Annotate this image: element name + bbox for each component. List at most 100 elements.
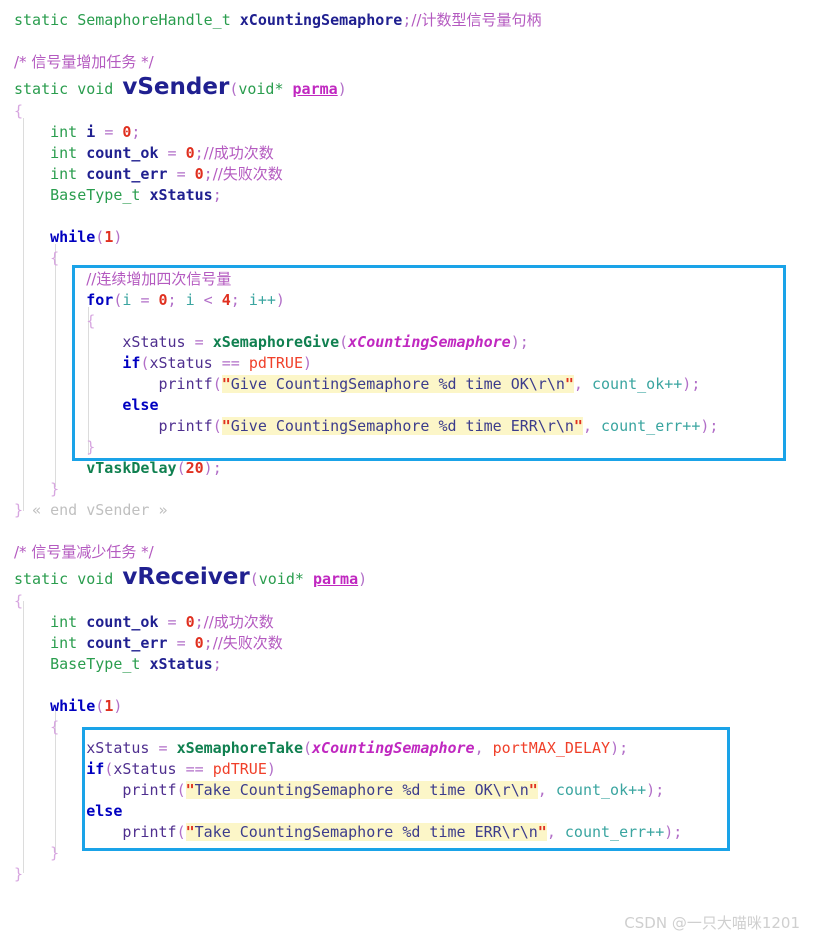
number-zero: 0 <box>158 291 168 309</box>
semicolon: ; <box>691 375 701 393</box>
code-line-35: xStatus = xSemaphoreTake(xCountingSemaph… <box>0 738 818 759</box>
comment-sender-task: /* 信号量增加任务 */ <box>14 53 154 71</box>
paren-close: ) <box>113 697 123 715</box>
comment-handle: //计数型信号量句柄 <box>411 11 542 29</box>
paren-close: ) <box>275 291 285 309</box>
code-editor-surface: static SemaphoreHandle_t xCountingSemaph… <box>0 0 818 885</box>
expr-i-increment: i++ <box>248 291 276 309</box>
paren-open: ( <box>104 760 114 778</box>
keyword-if: if <box>122 354 141 372</box>
semicolon: ; <box>655 781 665 799</box>
keyword-static: static <box>14 570 69 588</box>
code-line-30: int count_err = 0;//失败次数 <box>0 633 818 654</box>
param-name-parma: parma <box>312 570 359 588</box>
function-printf: printf <box>158 375 213 393</box>
paren-open: ( <box>95 228 105 246</box>
keyword-if: if <box>86 760 105 778</box>
type-int: int <box>50 123 78 141</box>
var-xstatus: xStatus <box>86 739 150 757</box>
end-marker-vsender: « end vSender » <box>32 501 168 519</box>
brace-open: { <box>14 592 24 610</box>
semicolon: ; <box>230 291 240 309</box>
code-line-27: static void vReceiver(void* parma) <box>0 563 818 591</box>
param-type-voidptr: void* <box>238 80 284 98</box>
code-line-22: vTaskDelay(20); <box>0 458 818 479</box>
var-i: i <box>122 291 132 309</box>
function-name-vreceiver: vReceiver <box>122 564 250 590</box>
code-line-26: /* 信号量减少任务 */ <box>0 542 818 563</box>
semicolon: ; <box>619 739 629 757</box>
code-line-29: int count_ok = 0;//成功次数 <box>0 612 818 633</box>
code-line-10-blank <box>0 206 818 227</box>
semicolon: ; <box>203 634 213 652</box>
var-xstatus: xStatus <box>113 760 177 778</box>
operator-assign: = <box>176 165 186 183</box>
paren-close: ) <box>358 570 368 588</box>
comma: , <box>537 781 547 799</box>
semicolon: ; <box>131 123 141 141</box>
semicolon: ; <box>194 144 204 162</box>
function-printf: printf <box>158 417 213 435</box>
arg-count-ok-increment: count_ok++ <box>591 375 683 393</box>
arg-count-err-increment: count_err++ <box>601 417 701 435</box>
function-xsemaphoregive: xSemaphoreGive <box>212 333 340 351</box>
semicolon: ; <box>519 333 529 351</box>
keyword-else: else <box>86 802 123 820</box>
macro-pdtrue: pdTRUE <box>212 760 267 778</box>
comment-success-count: //成功次数 <box>203 613 274 631</box>
function-vtaskdelay: vTaskDelay <box>86 459 177 477</box>
paren-open: ( <box>303 739 313 757</box>
comma: , <box>474 739 484 757</box>
code-line-33: while(1) <box>0 696 818 717</box>
paren-close: ) <box>113 228 123 246</box>
type-int: int <box>50 165 78 183</box>
paren-close: ) <box>664 823 674 841</box>
code-line-37: printf("Take CountingSemaphore %d time O… <box>0 780 818 801</box>
semicolon: ; <box>709 417 719 435</box>
string-quote-close: " <box>537 823 547 841</box>
operator-assign: = <box>194 333 204 351</box>
paren-close: ) <box>203 459 213 477</box>
var-i: i <box>86 123 96 141</box>
code-line-11: while(1) <box>0 227 818 248</box>
arg-count-ok-increment: count_ok++ <box>555 781 647 799</box>
code-line-15: { <box>0 311 818 332</box>
number-four: 4 <box>221 291 231 309</box>
operator-lt: < <box>203 291 213 309</box>
keyword-static: static <box>14 11 69 29</box>
semicolon: ; <box>212 655 222 673</box>
semicolon: ; <box>167 291 177 309</box>
code-line-34: { <box>0 717 818 738</box>
paren-open: ( <box>95 697 105 715</box>
code-line-39: printf("Take CountingSemaphore %d time E… <box>0 822 818 843</box>
keyword-void: void <box>77 570 114 588</box>
paren-close: ) <box>610 739 620 757</box>
brace-close: } <box>50 844 60 862</box>
brace-open: { <box>86 312 96 330</box>
paren-close: ) <box>266 760 276 778</box>
code-line-19: else <box>0 395 818 416</box>
paren-open: ( <box>176 459 186 477</box>
code-line-31: BaseType_t xStatus; <box>0 654 818 675</box>
comma: , <box>582 417 592 435</box>
type-int: int <box>50 144 78 162</box>
operator-assign: = <box>140 291 150 309</box>
comma: , <box>573 375 583 393</box>
semicolon: ; <box>673 823 683 841</box>
type-basetype: BaseType_t <box>50 186 141 204</box>
operator-assign: = <box>158 739 168 757</box>
param-name-parma: parma <box>292 80 338 98</box>
code-line-28: { <box>0 591 818 612</box>
keyword-while: while <box>50 228 96 246</box>
number-zero: 0 <box>194 634 204 652</box>
code-line-3: /* 信号量增加任务 */ <box>0 52 818 73</box>
string-quote-open: " <box>185 823 195 841</box>
csdn-watermark: CSDN @一只大喵咪1201 <box>624 914 800 932</box>
macro-portmaxdelay: portMAX_DELAY <box>492 739 611 757</box>
code-line-36: if(xStatus == pdTRUE) <box>0 759 818 780</box>
number-one: 1 <box>104 697 114 715</box>
operator-assign: = <box>104 123 114 141</box>
var-xcountingsemaphore: xCountingSemaphore <box>239 11 403 29</box>
semicolon: ; <box>212 459 222 477</box>
code-line-6: int i = 0; <box>0 122 818 143</box>
